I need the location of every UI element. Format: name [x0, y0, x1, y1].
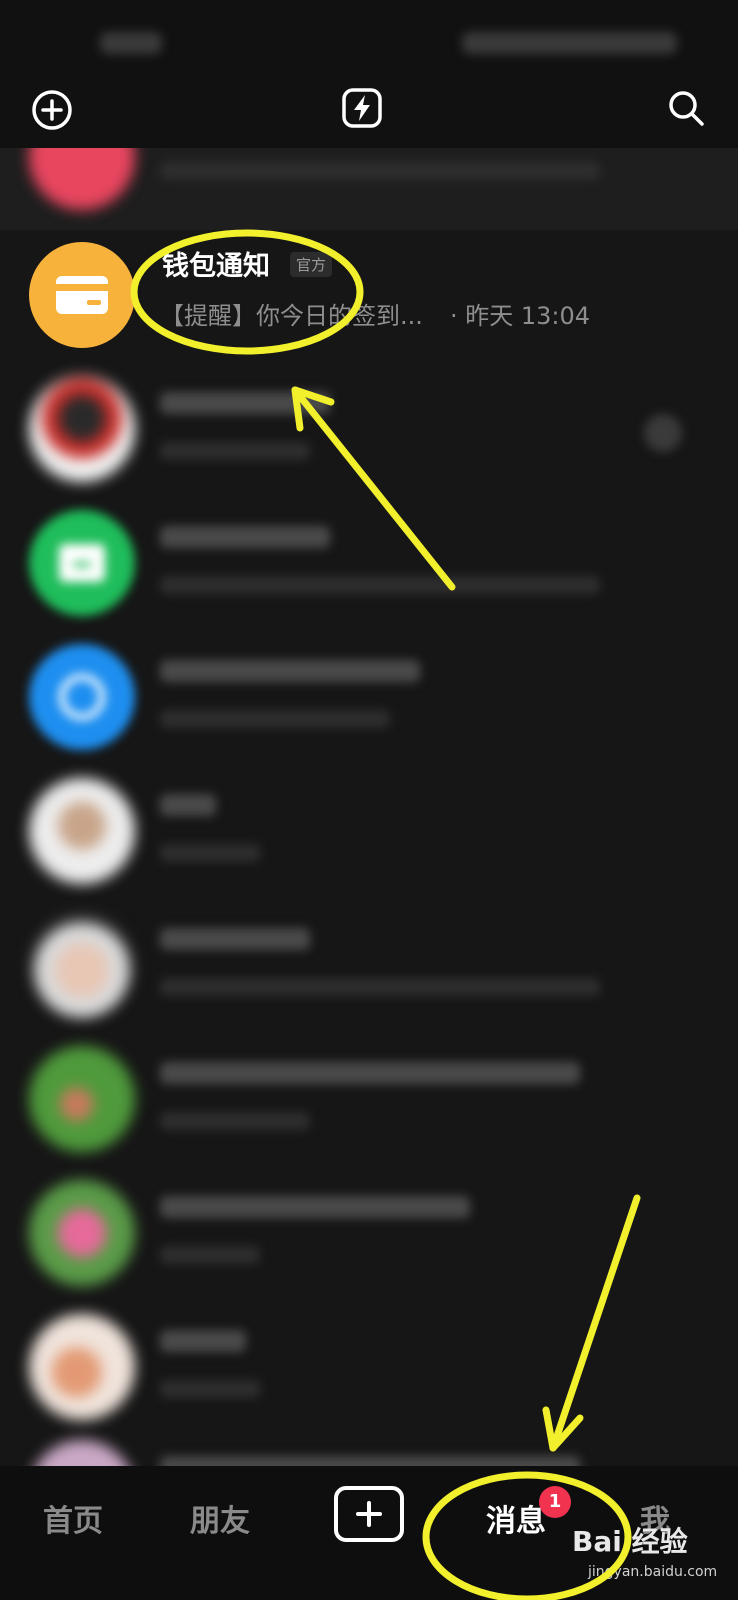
avatar: [29, 1314, 135, 1420]
official-tag: 官方: [290, 252, 333, 277]
status-bar: [0, 0, 738, 80]
baidu-watermark: Bai 经验 jingyan.baidu.com: [572, 1520, 732, 1590]
nav-friends[interactable]: 朋友: [190, 1496, 250, 1540]
blurred-preview: [160, 162, 600, 180]
watermark-text: Bai 经验: [572, 1525, 688, 1558]
conversation-row-wallet-notice[interactable]: 钱包通知 官方 【提醒】你今日的签到... · 昨天 13:04: [0, 228, 738, 362]
conversation-title: 钱包通知: [162, 251, 270, 282]
avatar: [29, 510, 135, 616]
conversation-row[interactable]: [0, 898, 738, 1032]
blurred-preview: [160, 442, 310, 460]
avatar: [29, 912, 135, 1018]
blurred-preview: [160, 844, 260, 862]
blurred-title: [160, 392, 330, 414]
conversation-row[interactable]: [0, 1300, 738, 1434]
plus-icon: [356, 1501, 382, 1527]
lightning-icon[interactable]: [338, 84, 386, 132]
blurred-preview: [160, 1246, 260, 1264]
search-icon[interactable]: [662, 84, 710, 132]
conversation-time: · 昨天 13:04: [450, 302, 591, 330]
conversation-row[interactable]: [0, 496, 738, 630]
nav-home[interactable]: 首页: [43, 1496, 103, 1540]
blurred-indicator: [644, 414, 682, 452]
conversation-row[interactable]: [0, 630, 738, 764]
conversation-preview: 【提醒】你今日的签到...: [160, 302, 423, 330]
conversation-list[interactable]: 钱包通知 官方 【提醒】你今日的签到... · 昨天 13:04: [0, 148, 738, 1488]
status-icons-blurred: [462, 32, 677, 54]
wallet-avatar: [29, 242, 135, 348]
blurred-title: [160, 526, 330, 548]
create-button[interactable]: [334, 1486, 404, 1542]
avatar: [29, 1046, 135, 1152]
inbox-icon: [59, 544, 105, 582]
conversation-row[interactable]: [0, 148, 738, 230]
conversation-row[interactable]: [0, 1032, 738, 1166]
card-icon: [56, 276, 108, 314]
status-time-blurred: [100, 32, 162, 54]
top-bar: [0, 70, 738, 148]
blurred-preview: [160, 1380, 260, 1398]
blurred-preview: [160, 978, 600, 996]
avatar: [29, 644, 135, 750]
conversation-row[interactable]: [0, 1166, 738, 1300]
avatar: [29, 778, 135, 884]
messages-badge: 1: [539, 1486, 571, 1518]
watermark-url: jingyan.baidu.com: [588, 1564, 718, 1580]
avatar: [29, 1180, 135, 1286]
blurred-title: [160, 1330, 246, 1352]
blurred-title: [160, 1196, 470, 1218]
blurred-title: [160, 928, 310, 950]
avatar: [29, 376, 135, 482]
conversation-row[interactable]: [0, 764, 738, 898]
conversation-row[interactable]: [0, 362, 738, 496]
blurred-title: [160, 794, 216, 816]
avatar: [29, 148, 135, 210]
blurred-preview: [160, 1112, 310, 1130]
blurred-title: [160, 1062, 580, 1084]
plus-circle-icon[interactable]: [28, 86, 76, 134]
nav-messages[interactable]: 消息: [486, 1496, 546, 1540]
blurred-preview: [160, 576, 600, 594]
blurred-preview: [160, 710, 390, 728]
refresh-icon: [59, 674, 105, 720]
blurred-title: [160, 660, 420, 682]
